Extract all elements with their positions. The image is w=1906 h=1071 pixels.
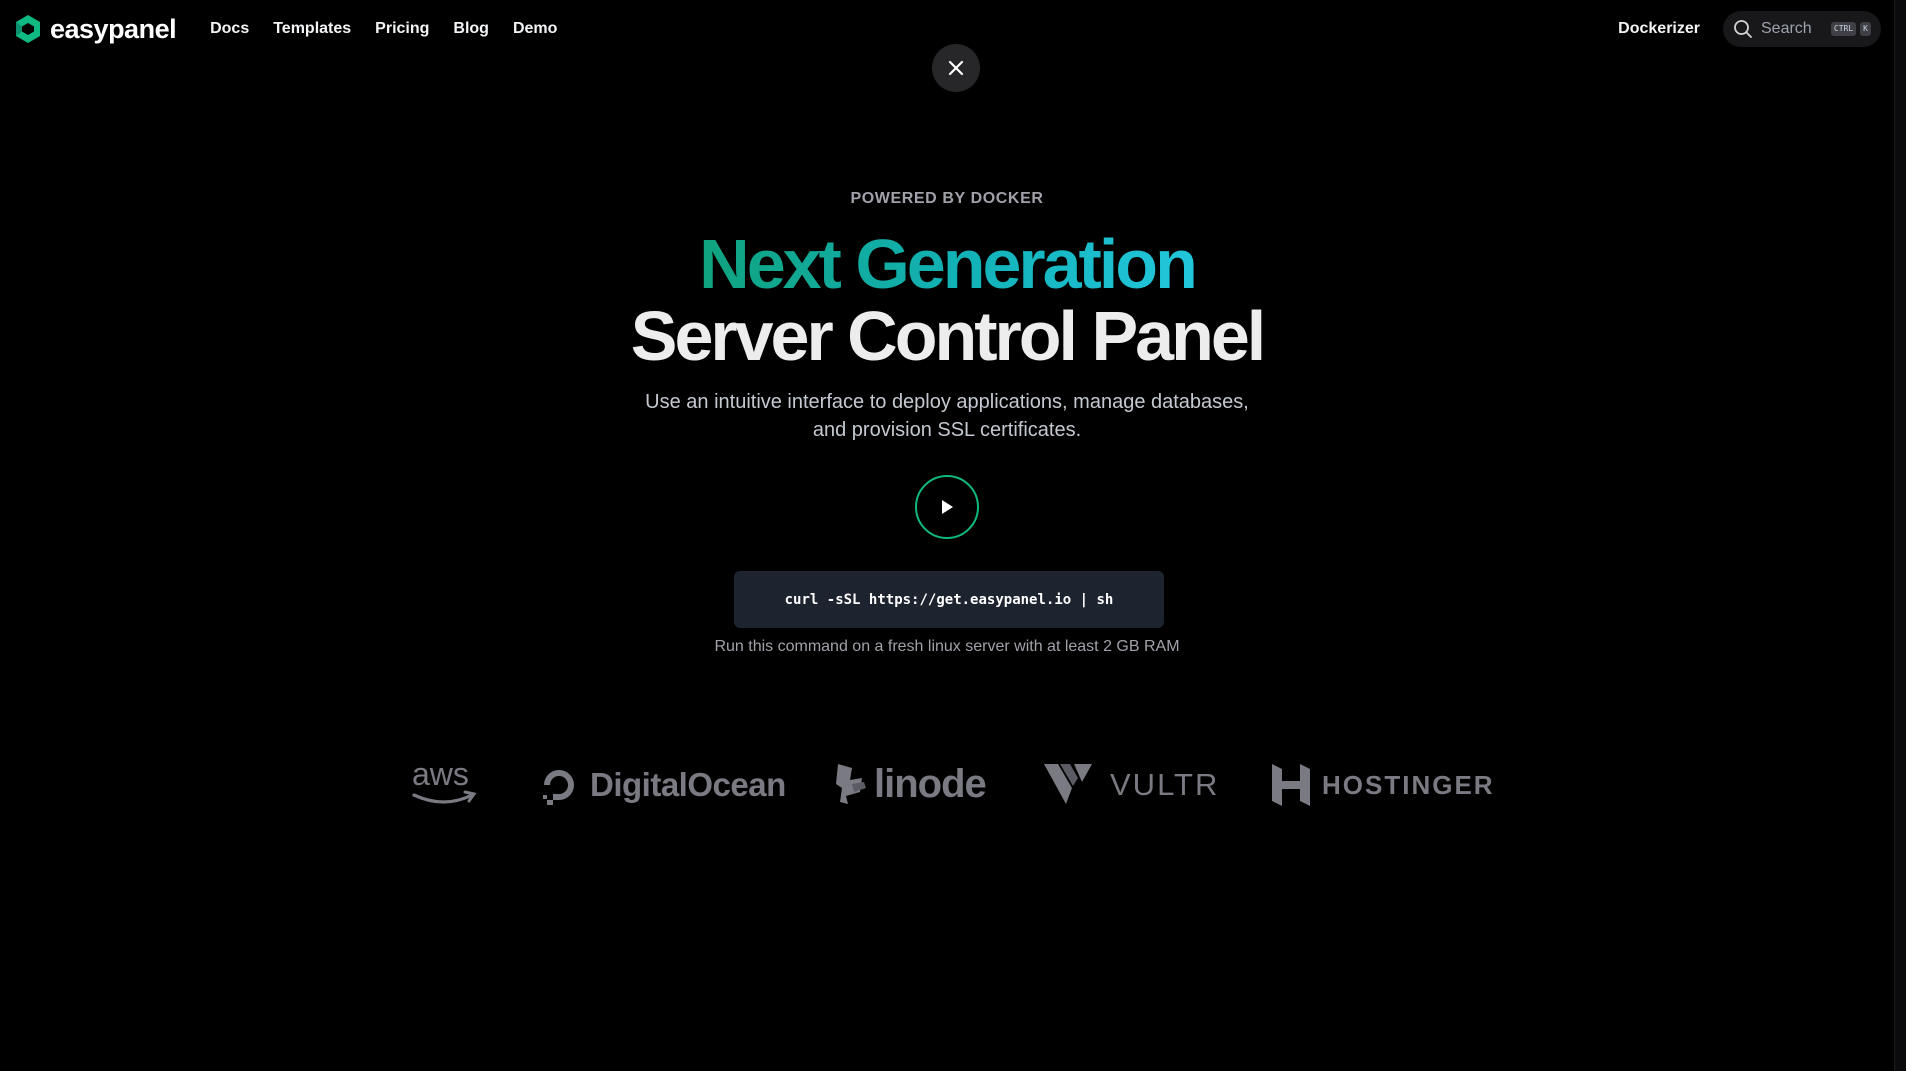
hostinger-logo-text: HOSTINGER — [1322, 769, 1495, 800]
kbd-k: K — [1860, 22, 1871, 36]
play-icon — [942, 500, 953, 514]
digitalocean-logo-text: DigitalOcean — [590, 766, 786, 803]
nav-blog[interactable]: Blog — [453, 20, 489, 38]
hero-subtitle-line2: and provision SSL certificates. — [812, 419, 1082, 441]
nav-demo[interactable]: Demo — [513, 20, 557, 38]
kbd-ctrl: CTRL — [1830, 22, 1857, 36]
page-scrollbar[interactable] — [1894, 0, 1906, 1071]
main-nav: Docs Templates Pricing Blog Demo — [210, 20, 557, 38]
linode-logo-text: linode — [874, 761, 987, 806]
close-button[interactable] — [932, 44, 980, 92]
search-icon — [1734, 20, 1752, 38]
hero-subtitle-line1: Use an intuitive interface to deploy app… — [645, 391, 1249, 413]
header-actions: Dockerizer Search CTRL K — [1618, 11, 1881, 47]
aws-logo: aws — [410, 755, 480, 811]
linode-icon — [836, 764, 866, 804]
vultr-icon — [1044, 764, 1092, 804]
digitalocean-logo: DigitalOcean — [538, 763, 786, 807]
brand-name: easypanel — [50, 13, 177, 44]
page: easypanel Docs Templates Pricing Blog De… — [0, 0, 1906, 1071]
easypanel-logo-icon — [16, 15, 40, 43]
hostinger-icon — [1272, 764, 1310, 806]
nav-dockerizer[interactable]: Dockerizer — [1618, 20, 1700, 38]
hostinger-logo: HOSTINGER — [1272, 763, 1495, 807]
digitalocean-icon — [543, 770, 574, 805]
search-button[interactable]: Search CTRL K — [1723, 11, 1881, 47]
aws-logo-text: aws — [412, 756, 469, 792]
vultr-logo: VULTR — [1044, 763, 1219, 807]
hero-headline-line2: Server Control Panel — [630, 297, 1266, 375]
aws-logo-mark: aws — [412, 756, 477, 804]
brand-link[interactable]: easypanel — [13, 13, 177, 45]
hero-eyebrow: POWERED BY DOCKER — [850, 190, 1044, 207]
nav-docs[interactable]: Docs — [210, 20, 249, 38]
search-label: Search — [1761, 20, 1812, 37]
search-shortcut: CTRL K — [1830, 22, 1871, 36]
hero-subtitle: Use an intuitive interface to deploy app… — [597, 388, 1297, 444]
nav-templates[interactable]: Templates — [273, 20, 351, 38]
install-command-box[interactable]: curl -sSL https://get.easypanel.io | sh — [734, 571, 1164, 628]
install-command-hint: Run this command on a fresh linux server… — [714, 638, 1180, 655]
play-video-button[interactable] — [915, 475, 979, 539]
vultr-logo-text: VULTR — [1110, 767, 1220, 802]
nav-pricing[interactable]: Pricing — [375, 20, 429, 38]
linode-logo: linode — [834, 759, 987, 809]
hero-headline-gradient-text: Next Generation — [699, 225, 1198, 303]
close-icon — [948, 60, 964, 76]
provider-logos: aws DigitalOcean linode VULTR HOSTINGER — [410, 755, 1493, 815]
